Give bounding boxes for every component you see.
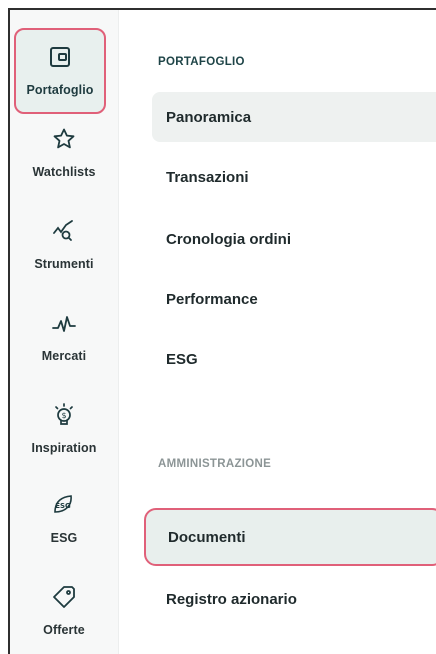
menu-item-cronologia-ordini[interactable]: Cronologia ordini — [152, 214, 436, 264]
section-title-amministrazione: AMMINISTRAZIONE — [158, 458, 272, 470]
sidebar-item-label: Offerte — [43, 623, 85, 637]
esg-leaf-icon: ESG — [52, 493, 76, 517]
sidebar-item-offerte[interactable]: Offerte — [10, 572, 118, 650]
sidebar-item-label: Inspiration — [31, 441, 97, 455]
menu-panel: PORTAFOGLIO Panoramica Transazioni Crono… — [118, 10, 436, 654]
sidebar-rail: Portafoglio Watchlists Strumenti Mercati… — [10, 10, 119, 654]
pulse-icon — [52, 311, 76, 335]
menu-item-esg[interactable]: ESG — [152, 334, 436, 384]
star-icon — [52, 127, 76, 151]
sidebar-item-mercati[interactable]: Mercati — [10, 298, 118, 376]
sidebar-item-watchlists[interactable]: Watchlists — [10, 114, 118, 192]
app-frame: Portafoglio Watchlists Strumenti Mercati… — [8, 8, 436, 654]
section-title-portafoglio: PORTAFOGLIO — [158, 56, 245, 68]
sidebar-item-label: Watchlists — [32, 165, 96, 179]
menu-item-panoramica[interactable]: Panoramica — [152, 92, 436, 142]
menu-item-documenti[interactable]: Documenti — [144, 508, 436, 566]
sidebar-item-portafoglio[interactable]: Portafoglio — [14, 28, 106, 114]
sidebar-item-label: ESG — [50, 531, 78, 545]
lightbulb-dollar-icon: $ — [52, 403, 76, 427]
svg-text:$: $ — [61, 411, 66, 420]
sidebar-item-inspiration[interactable]: $ Inspiration — [10, 390, 118, 468]
sidebar-item-strumenti[interactable]: Strumenti — [10, 206, 118, 284]
menu-item-registro-azionario[interactable]: Registro azionario — [152, 574, 436, 624]
sidebar-item-label: Mercati — [41, 349, 87, 363]
menu-item-performance[interactable]: Performance — [152, 274, 436, 324]
chart-search-icon — [52, 219, 76, 243]
svg-text:ESG: ESG — [55, 502, 71, 510]
sidebar-item-esg[interactable]: ESG ESG — [10, 480, 118, 558]
wallet-icon — [48, 45, 72, 69]
menu-item-transazioni[interactable]: Transazioni — [152, 152, 436, 202]
sidebar-item-label: Strumenti — [34, 257, 94, 271]
tag-icon — [52, 585, 76, 609]
sidebar-item-label: Portafoglio — [26, 83, 94, 97]
menu-item-comunicazioni[interactable]: Comunicazioni — [152, 636, 436, 654]
